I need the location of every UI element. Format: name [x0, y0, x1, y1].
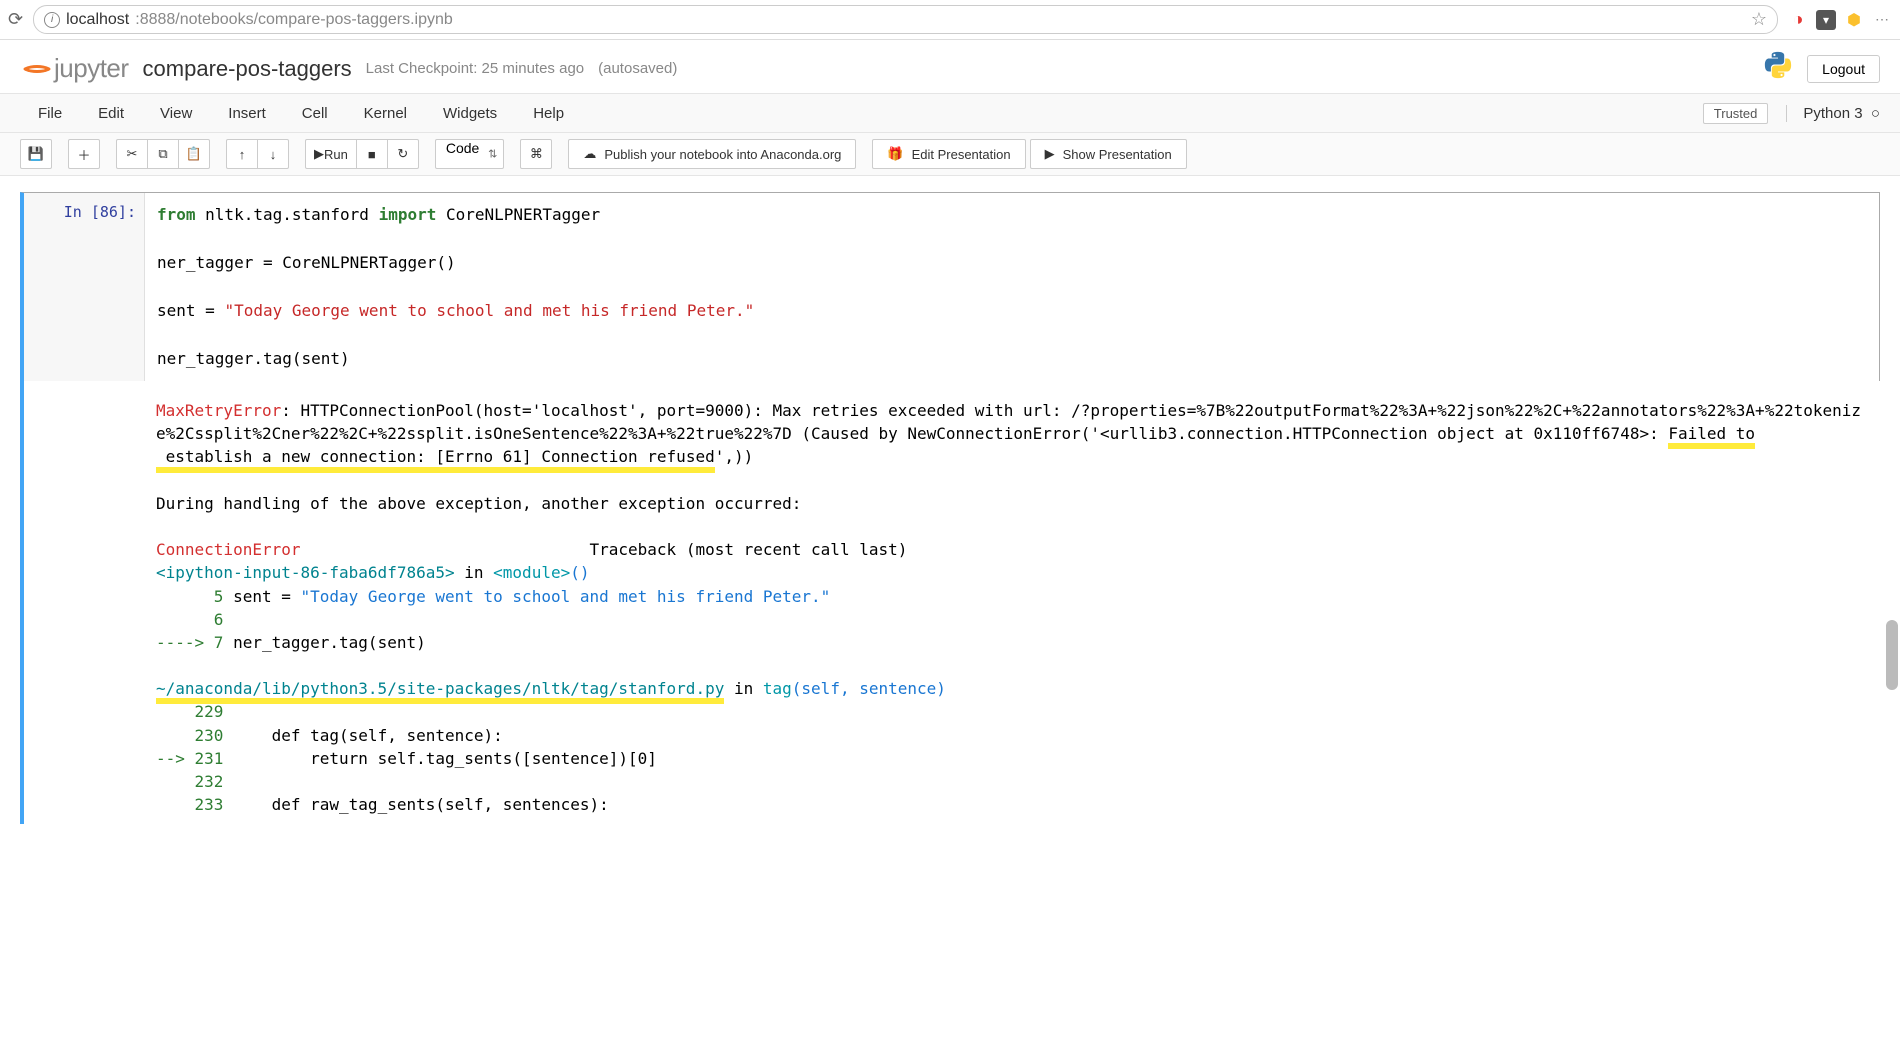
- cut-button[interactable]: ✂: [116, 139, 148, 169]
- reload-icon[interactable]: ⟳: [8, 9, 23, 30]
- connection-error-name: ConnectionError: [156, 540, 301, 559]
- insert-cell-button[interactable]: ＋: [68, 139, 100, 169]
- jupyter-mark-icon: [20, 55, 48, 83]
- cloud-upload-icon: ☁: [583, 146, 596, 162]
- code-cell[interactable]: In [86]: from nltk.tag.stanford import C…: [20, 192, 1880, 381]
- url-host: localhost: [66, 11, 129, 29]
- output-cell: MaxRetryError: HTTPConnectionPool(host='…: [20, 381, 1880, 824]
- move-down-button[interactable]: ↓: [257, 139, 289, 169]
- highlighted-error-1: Failed to: [1668, 422, 1755, 445]
- trusted-indicator[interactable]: Trusted: [1703, 103, 1769, 124]
- copy-button[interactable]: ⧉: [147, 139, 179, 169]
- code-input[interactable]: from nltk.tag.stanford import CoreNLPNER…: [144, 193, 1879, 381]
- menu-bar: File Edit View Insert Cell Kernel Widget…: [0, 93, 1900, 133]
- bookmark-star-icon[interactable]: ☆: [1751, 9, 1767, 30]
- notebook-header: jupyter compare-pos-taggers Last Checkpo…: [0, 40, 1900, 93]
- menu-kernel[interactable]: Kernel: [346, 97, 425, 130]
- menu-edit[interactable]: Edit: [80, 97, 142, 130]
- extension-icon-4[interactable]: ⋯: [1872, 10, 1892, 30]
- output-area[interactable]: MaxRetryError: HTTPConnectionPool(host='…: [144, 381, 1880, 824]
- run-button[interactable]: ▶ Run: [305, 139, 357, 169]
- toolbar: 💾 ＋ ✂ ⧉ 📋 ↑ ↓ ▶ Run ■ ↻ Code ⌘ ☁Publish …: [0, 133, 1900, 176]
- extension-icon-3[interactable]: ⬢: [1844, 10, 1864, 30]
- autosaved-text: (autosaved): [598, 60, 677, 77]
- menu-widgets[interactable]: Widgets: [425, 97, 515, 130]
- notebook-name[interactable]: compare-pos-taggers: [143, 56, 352, 82]
- interrupt-button[interactable]: ■: [356, 139, 388, 169]
- celltype-select[interactable]: Code: [435, 139, 504, 169]
- browser-extensions: ◑ ▾ ⬢ ⋯: [1788, 10, 1892, 30]
- command-palette-button[interactable]: ⌘: [520, 139, 552, 169]
- highlighted-error-2: establish a new connection: [Errno 61] C…: [156, 445, 715, 468]
- url-path: :8888/notebooks/compare-pos-taggers.ipyn…: [135, 11, 453, 29]
- restart-button[interactable]: ↻: [387, 139, 419, 169]
- logout-button[interactable]: Logout: [1807, 55, 1880, 83]
- show-presentation-button[interactable]: ▶Show Presentation: [1030, 139, 1187, 169]
- kernel-name[interactable]: Python 3 ○: [1786, 105, 1880, 122]
- highlighted-filepath: ~/anaconda/lib/python3.5/site-packages/n…: [156, 677, 724, 700]
- input-prompt: In [86]:: [24, 193, 144, 381]
- save-button[interactable]: 💾: [20, 139, 52, 169]
- site-info-icon[interactable]: i: [44, 12, 60, 28]
- gift-icon: 🎁: [887, 146, 903, 162]
- publish-button[interactable]: ☁Publish your notebook into Anaconda.org: [568, 139, 856, 169]
- scrollbar-thumb[interactable]: [1886, 620, 1898, 690]
- extension-icon-2[interactable]: ▾: [1816, 10, 1836, 30]
- url-bar[interactable]: i localhost :8888/notebooks/compare-pos-t…: [33, 5, 1778, 34]
- checkpoint-text: Last Checkpoint: 25 minutes ago: [366, 60, 584, 77]
- browser-toolbar: ⟳ i localhost :8888/notebooks/compare-pos…: [0, 0, 1900, 40]
- extension-icon-1[interactable]: ◑: [1788, 10, 1808, 30]
- menu-help[interactable]: Help: [515, 97, 582, 130]
- menu-file[interactable]: File: [20, 97, 80, 130]
- menu-view[interactable]: View: [142, 97, 210, 130]
- paste-button[interactable]: 📋: [178, 139, 210, 169]
- python-logo-icon: [1763, 50, 1793, 87]
- edit-presentation-button[interactable]: 🎁Edit Presentation: [872, 139, 1025, 169]
- jupyter-brand-text: jupyter: [54, 53, 129, 84]
- menu-cell[interactable]: Cell: [284, 97, 346, 130]
- menu-insert[interactable]: Insert: [210, 97, 284, 130]
- error-name: MaxRetryError: [156, 401, 281, 420]
- jupyter-logo[interactable]: jupyter: [20, 53, 129, 84]
- play-icon: ▶: [1045, 146, 1055, 162]
- move-up-button[interactable]: ↑: [226, 139, 258, 169]
- notebook-container: In [86]: from nltk.tag.stanford import C…: [0, 176, 1900, 824]
